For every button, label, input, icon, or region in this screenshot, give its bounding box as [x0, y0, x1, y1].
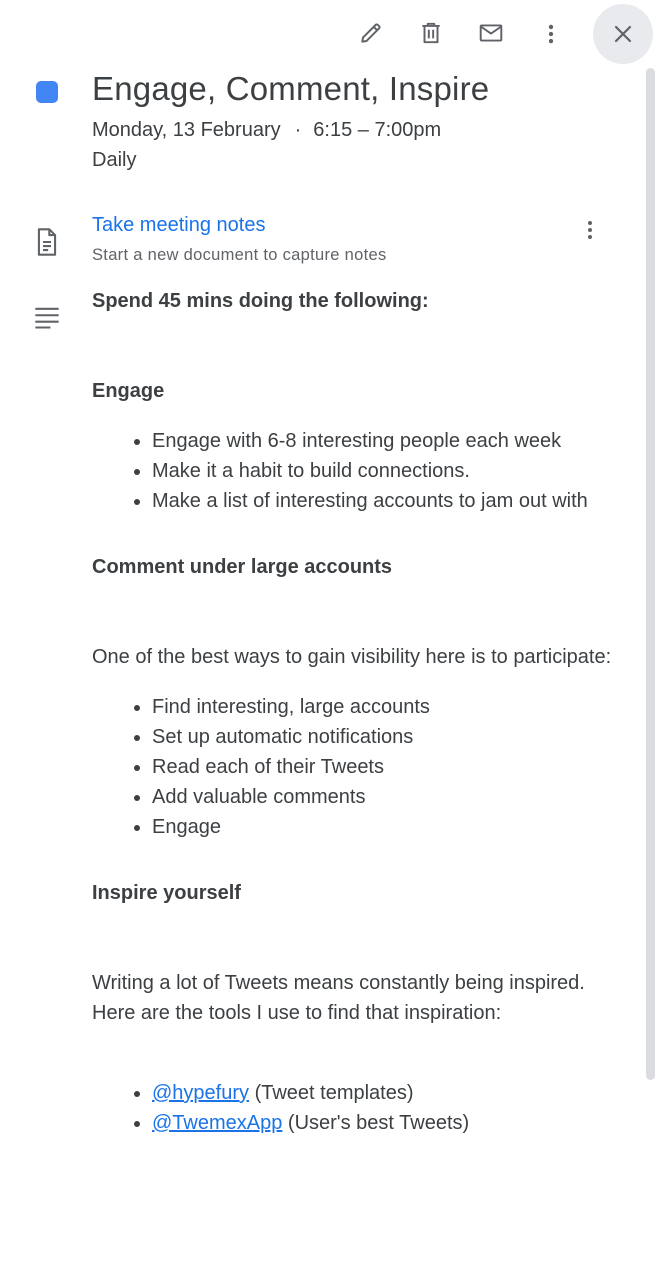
- section-heading-engage: Engage: [92, 380, 165, 402]
- close-icon: [614, 25, 632, 43]
- list-item: Set up automatic notifications: [152, 722, 612, 752]
- more-vert-icon: [548, 24, 554, 44]
- twemexapp-link[interactable]: @TwemexApp: [152, 1112, 282, 1134]
- description-intro: Spend 45 mins doing the following:: [92, 290, 429, 312]
- section-heading-inspire: Inspire yourself: [92, 882, 241, 904]
- event-time: 6:15 – 7:00pm: [313, 119, 442, 141]
- trash-icon: [422, 22, 440, 44]
- document-icon: [37, 228, 57, 256]
- list-item: Make it a habit to build connections.: [152, 456, 612, 486]
- event-description: Spend 45 mins doing the following: Engag…: [92, 286, 612, 1138]
- link-note: (Tweet templates): [249, 1082, 414, 1104]
- meeting-notes-more-button[interactable]: [573, 212, 607, 248]
- section-text-comment: One of the best ways to gain visibility …: [92, 646, 612, 668]
- comment-list: Find interesting, large accounts Set up …: [92, 692, 612, 842]
- edit-button[interactable]: [351, 13, 391, 53]
- event-datetime: Monday, 13 February · 6:15 – 7:00pm: [92, 119, 441, 142]
- list-item: Find interesting, large accounts: [152, 692, 612, 722]
- link-note: (User's best Tweets): [282, 1112, 470, 1134]
- close-button[interactable]: [593, 4, 653, 64]
- list-item: Engage with 6-8 interesting people each …: [152, 426, 612, 456]
- list-item: Read each of their Tweets: [152, 752, 612, 782]
- email-guests-button[interactable]: [471, 13, 511, 53]
- engage-list: Engage with 6-8 interesting people each …: [92, 426, 612, 516]
- event-toolbar: [0, 0, 662, 66]
- event-color-indicator: [36, 81, 58, 103]
- scrollbar[interactable]: [643, 68, 657, 1262]
- event-title: Engage, Comment, Inspire: [92, 70, 490, 107]
- meeting-notes-subtitle: Start a new document to capture notes: [92, 246, 387, 264]
- tools-list: @hypefury (Tweet templates) @TwemexApp (…: [92, 1078, 612, 1138]
- list-item: @TwemexApp (User's best Tweets): [152, 1108, 612, 1138]
- envelope-icon: [479, 24, 503, 42]
- event-recurrence: Daily: [92, 149, 137, 171]
- event-date: Monday, 13 February: [92, 119, 281, 141]
- delete-button[interactable]: [411, 13, 451, 53]
- list-item: Add valuable comments: [152, 782, 612, 812]
- datetime-separator: ·: [294, 119, 302, 141]
- section-heading-comment: Comment under large accounts: [92, 556, 393, 578]
- list-item: @hypefury (Tweet templates): [152, 1078, 612, 1108]
- list-item: Engage: [152, 812, 612, 842]
- hypefury-link[interactable]: @hypefury: [152, 1082, 249, 1104]
- list-item: Make a list of interesting accounts to j…: [152, 486, 612, 516]
- pencil-icon: [361, 23, 381, 43]
- scrollbar-thumb[interactable]: [646, 68, 655, 1080]
- more-vert-icon: [588, 221, 592, 239]
- take-meeting-notes-link[interactable]: Take meeting notes: [92, 214, 265, 237]
- section-text-inspire: Writing a lot of Tweets means constantly…: [92, 972, 585, 1024]
- description-icon: [35, 307, 59, 329]
- more-options-button[interactable]: [531, 14, 571, 54]
